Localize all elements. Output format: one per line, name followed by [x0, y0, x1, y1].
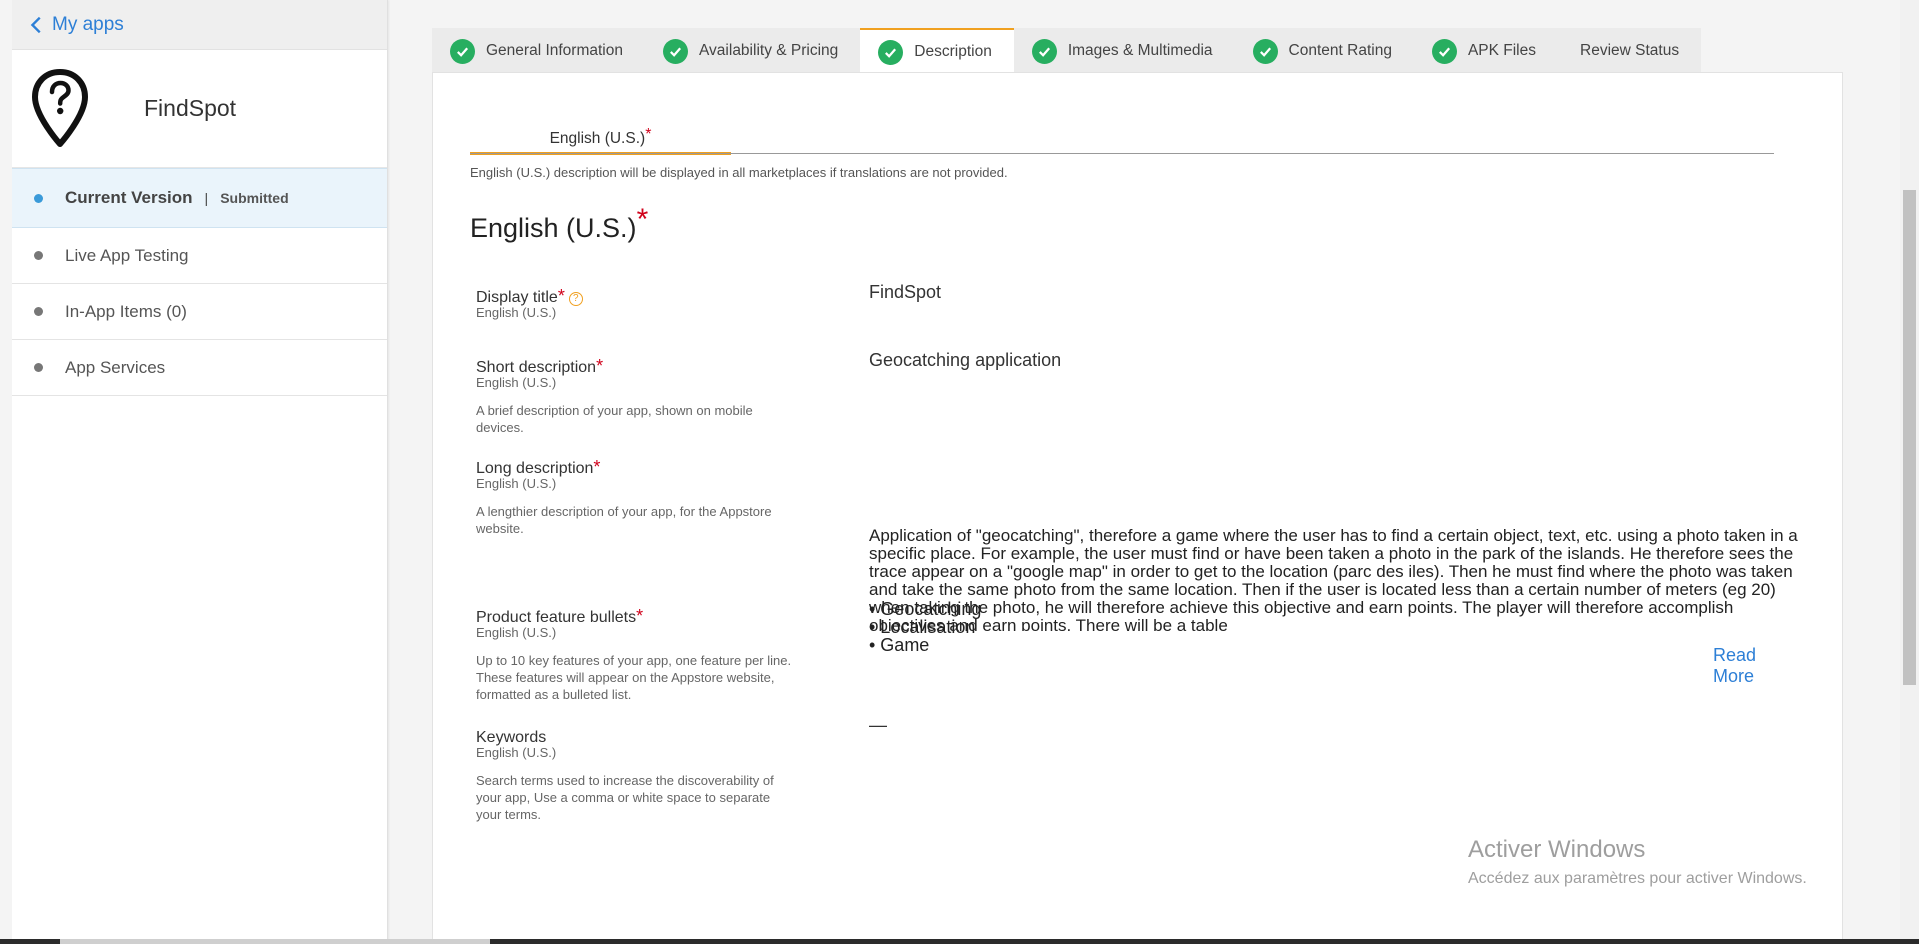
field-help: Up to 10 key features of your app, one f… [476, 653, 792, 702]
check-circle-icon [1252, 38, 1278, 64]
display-title-value: FindSpot [869, 282, 942, 302]
sidebar-item-in-app-items[interactable]: In-App Items (0) [12, 284, 387, 340]
tab-review-status[interactable]: Review Status [1558, 28, 1702, 72]
back-link-label[interactable]: My apps [52, 14, 124, 36]
field-locale: English (U.S.) [476, 476, 557, 491]
field-locale: English (U.S.) [476, 625, 557, 640]
tab-label: Images & Multimedia [1067, 42, 1213, 59]
list-item: • Localisation [869, 617, 976, 637]
dot-icon [34, 307, 43, 316]
bottom-strip-segment [60, 939, 490, 944]
help-icon[interactable]: ? [568, 291, 583, 306]
field-short-description: Short description* English (U.S.) A brie… [476, 350, 1796, 436]
sidebar-item-current-version[interactable]: Current Version | Submitted [12, 168, 387, 228]
field-label: Long description* [476, 457, 601, 477]
check-circle-icon [1031, 38, 1057, 64]
bottom-strip [0, 939, 1919, 944]
scrollbar-thumb[interactable] [1903, 190, 1916, 685]
field-label: Product feature bullets* [476, 606, 644, 626]
required-mark: * [645, 126, 652, 143]
map-pin-question-icon [32, 68, 88, 147]
tab-description[interactable]: Description [860, 28, 1014, 74]
tab-label: Content Rating [1288, 42, 1392, 59]
feature-bullet-list: • Geocatching • Localisation • Game [869, 600, 981, 654]
field-locale: English (U.S.) [476, 305, 557, 320]
field-help: A lengthier description of your app, for… [476, 504, 772, 536]
language-tab-label: English (U.S.) [549, 130, 646, 147]
tab-general-information[interactable]: General Information [432, 28, 645, 72]
language-tabbar: English (U.S.)* English (U.S.) descripti… [470, 118, 1774, 228]
windows-activation-watermark: Activer Windows Accédez aux paramètres p… [1468, 836, 1807, 888]
watermark-subtitle: Accédez aux paramètres pour activer Wind… [1468, 870, 1807, 887]
dot-icon [34, 363, 43, 372]
back-to-my-apps-link[interactable]: My apps [12, 0, 387, 50]
field-help: Search terms used to increase the discov… [476, 773, 774, 822]
field-display-title: Display title*? English (U.S.) FindSpot [476, 282, 1796, 320]
separator: | [204, 190, 209, 206]
field-help: A brief description of your app, shown o… [476, 403, 753, 435]
sidebar: My apps FindSpot Current Version | Submi… [12, 0, 388, 944]
tab-label: Availability & Pricing [699, 42, 839, 59]
status-badge: Submitted [220, 190, 289, 206]
field-keywords: Keywords English (U.S.) Search terms use… [476, 715, 1796, 823]
check-circle-icon [663, 38, 688, 64]
submission-tabs: General Information Availability & Prici… [432, 28, 1702, 74]
sidebar-item-live-app-testing[interactable]: Live App Testing [12, 228, 387, 284]
list-item: • Geocatching [869, 599, 982, 619]
tab-apk-files[interactable]: APK Files [1413, 28, 1559, 72]
short-description-value: Geocatching application [869, 350, 1062, 370]
language-note: English (U.S.) description will be displ… [470, 165, 1008, 180]
tab-availability-pricing[interactable]: Availability & Pricing [645, 28, 861, 72]
sidebar-item-label: Current Version [65, 188, 193, 207]
check-circle-icon [878, 39, 904, 65]
check-circle-icon [1431, 38, 1457, 64]
tab-label: General Information [486, 42, 623, 59]
required-mark: * [636, 203, 649, 236]
field-label: Short description* [476, 356, 604, 376]
section-title: English (U.S.)* [470, 203, 648, 244]
active-dot-icon [34, 193, 43, 203]
dot-icon [34, 251, 43, 260]
field-label: Display title*? [476, 286, 1796, 307]
keywords-value: — [869, 715, 887, 735]
app-header: FindSpot [12, 50, 387, 168]
sidebar-item-app-services[interactable]: App Services [12, 340, 387, 396]
field-locale: English (U.S.) [476, 745, 557, 760]
tab-images-multimedia[interactable]: Images & Multimedia [1013, 28, 1235, 72]
watermark-title: Activer Windows [1468, 836, 1646, 863]
tab-content-rating[interactable]: Content Rating [1234, 28, 1414, 72]
check-circle-icon [450, 38, 475, 64]
field-locale: English (U.S.) [476, 375, 557, 390]
list-item: • Game [869, 635, 930, 655]
section-title-text: English (U.S.) [470, 213, 637, 243]
app-name: FindSpot [144, 95, 237, 121]
divider [470, 153, 1774, 154]
sidebar-item-label: In-App Items (0) [65, 301, 187, 321]
sidebar-item-label: App Services [65, 357, 166, 377]
language-tab-english-us[interactable]: English (U.S.)* [470, 118, 731, 155]
field-feature-bullets: Product feature bullets* English (U.S.) … [476, 600, 1796, 703]
sidebar-item-label: Live App Testing [65, 245, 189, 265]
field-long-description: Long description* English (U.S.) A lengt… [476, 457, 1798, 686]
chevron-left-icon [30, 16, 41, 33]
tab-label: Review Status [1580, 42, 1680, 59]
tab-label: Description [914, 43, 992, 60]
vertical-scrollbar[interactable] [1900, 0, 1919, 944]
description-panel: English (U.S.)* English (U.S.) descripti… [432, 72, 1843, 944]
tab-label: APK Files [1467, 42, 1537, 59]
